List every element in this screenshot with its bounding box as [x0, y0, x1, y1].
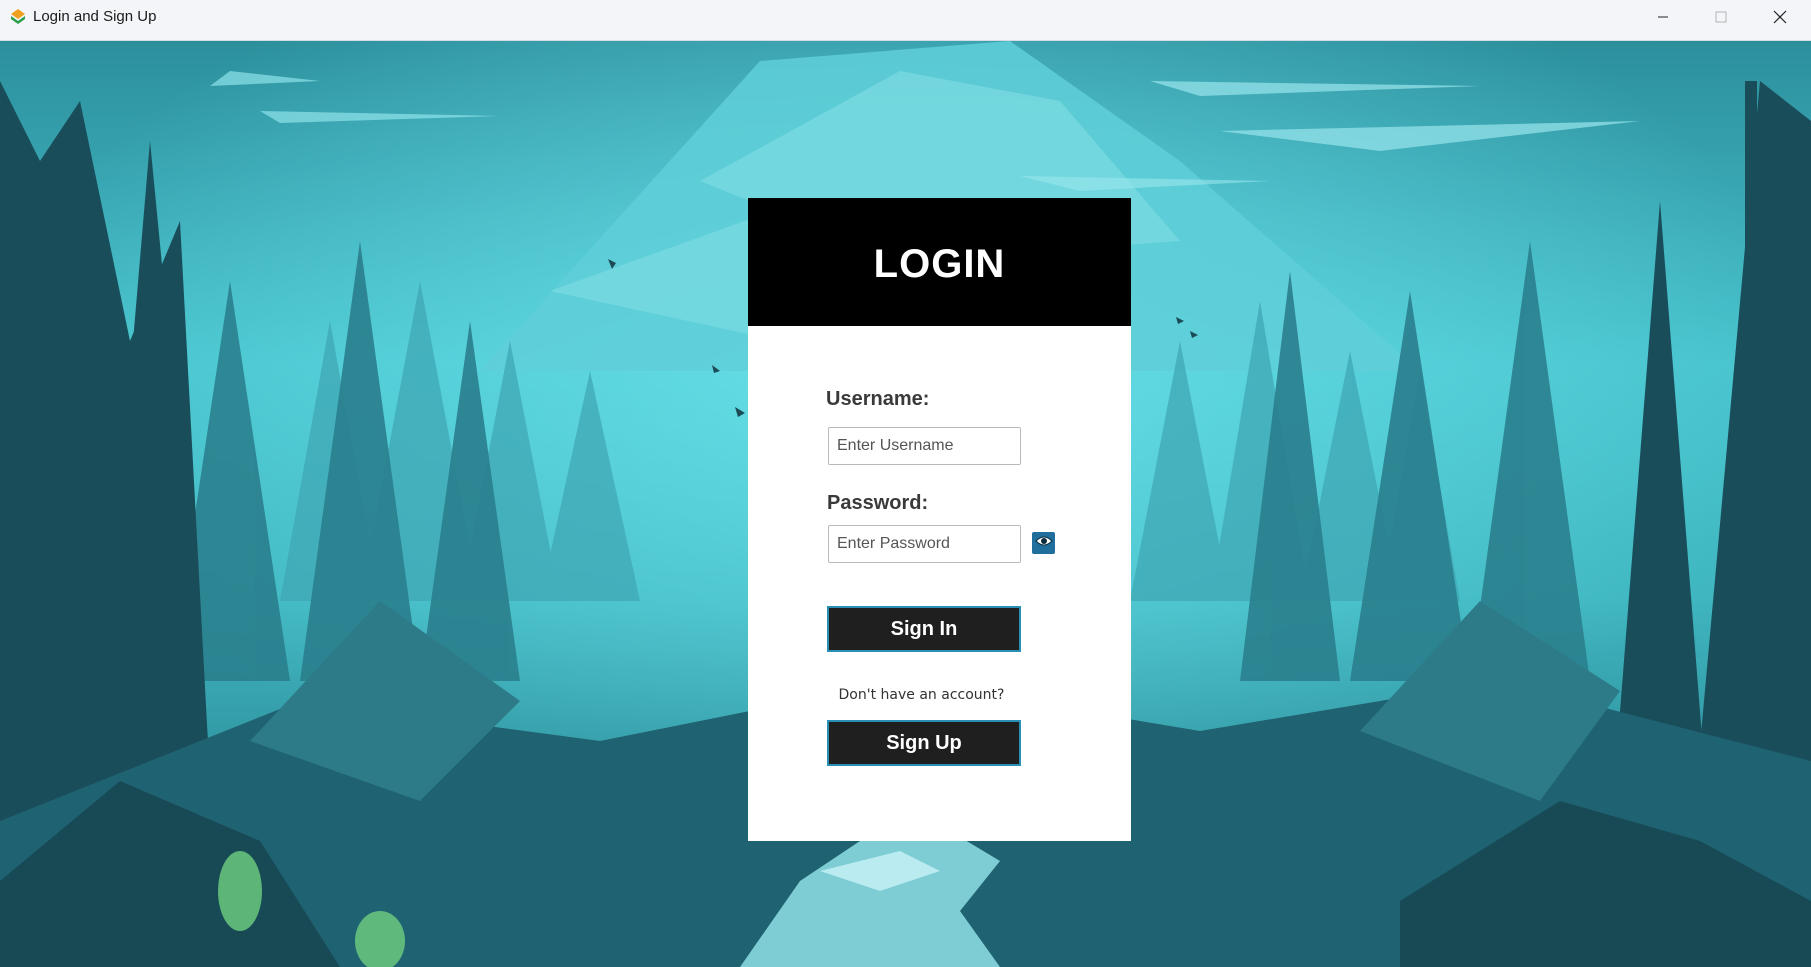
eye-icon [1034, 534, 1053, 552]
sign-in-button[interactable]: Sign In [827, 606, 1021, 652]
close-button[interactable] [1751, 0, 1809, 33]
title-bar: Login and Sign Up [0, 0, 1811, 41]
login-card: LOGIN Username: Password: Sign In Don't … [748, 198, 1131, 841]
app-logo-icon [9, 8, 27, 26]
maximize-icon [1715, 11, 1727, 23]
password-label: Password: [827, 492, 929, 514]
login-title: LOGIN [873, 241, 1006, 286]
minimize-button[interactable] [1634, 0, 1692, 33]
sign-up-button[interactable]: Sign Up [827, 720, 1021, 766]
maximize-button[interactable] [1692, 0, 1750, 33]
username-input[interactable] [828, 427, 1021, 465]
minimize-icon [1657, 11, 1669, 23]
no-account-text: Don't have an account? [838, 687, 1005, 703]
login-header: LOGIN [748, 198, 1131, 326]
window-title: Login and Sign Up [33, 8, 157, 25]
username-label: Username: [826, 388, 930, 410]
app-window: Login and Sign Up LOGIN Username: Enter … [0, 0, 1811, 967]
close-icon [1773, 10, 1787, 24]
show-password-toggle[interactable] [1032, 532, 1055, 554]
password-input[interactable] [828, 525, 1021, 563]
